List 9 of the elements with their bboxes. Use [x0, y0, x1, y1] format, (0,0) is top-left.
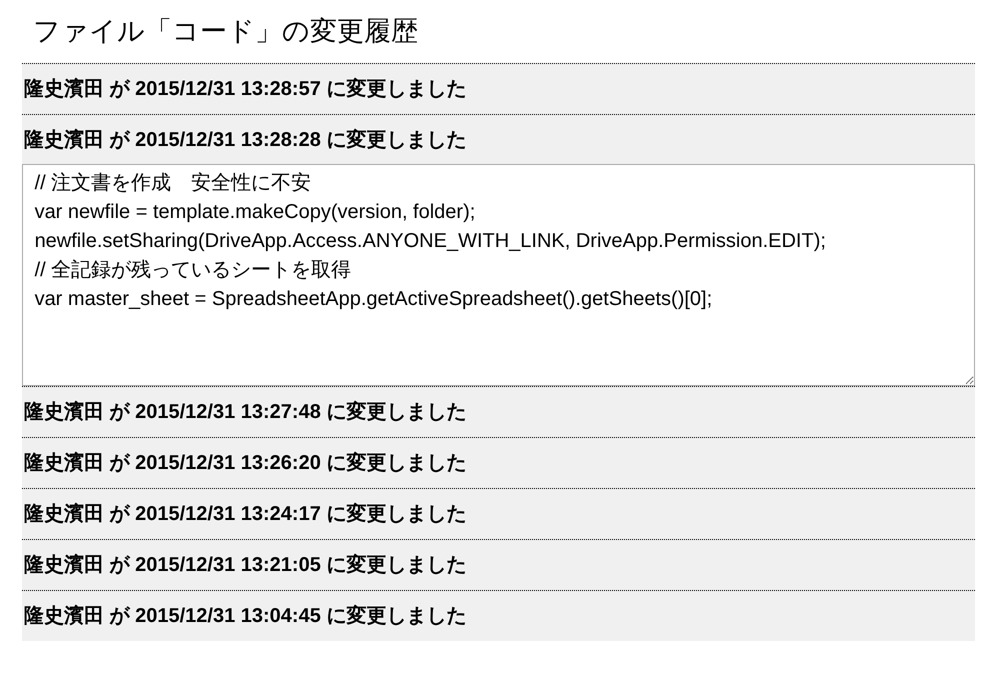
history-entry[interactable]: 隆史濱田 が 2015/12/31 13:26:20 に変更しました: [22, 437, 975, 488]
page-title: ファイル「コード」の変更履歴: [33, 15, 419, 48]
history-entry[interactable]: 隆史濱田 が 2015/12/31 13:28:28 に変更しました: [22, 114, 975, 166]
history-entry[interactable]: 隆史濱田 が 2015/12/31 13:04:45 に変更しました: [22, 590, 975, 642]
history-entry[interactable]: 隆史濱田 が 2015/12/31 13:24:17 に変更しました: [22, 488, 975, 540]
code-field[interactable]: // 注文書を作成 安全性に不安 var newfile = template.makeCopy(version, folder); newfile.setSharing(DriveApp.Access.ANYONE_WITH_LINK, DriveApp.Permission.EDIT); // 全記録が残っているシートを取得 var master_sheet = SpreadsheetApp.getActiveSpreadsheet().getSheets()[0];: [22, 164, 975, 386]
history-entry[interactable]: 隆史濱田 が 2015/12/31 13:21:05 に変更しました: [22, 539, 975, 590]
history-entry[interactable]: 隆史濱田 が 2015/12/31 13:28:57 に変更しました: [22, 63, 975, 114]
history-entry[interactable]: 隆史濱田 が 2015/12/31 13:27:48 に変更しました: [22, 386, 975, 438]
